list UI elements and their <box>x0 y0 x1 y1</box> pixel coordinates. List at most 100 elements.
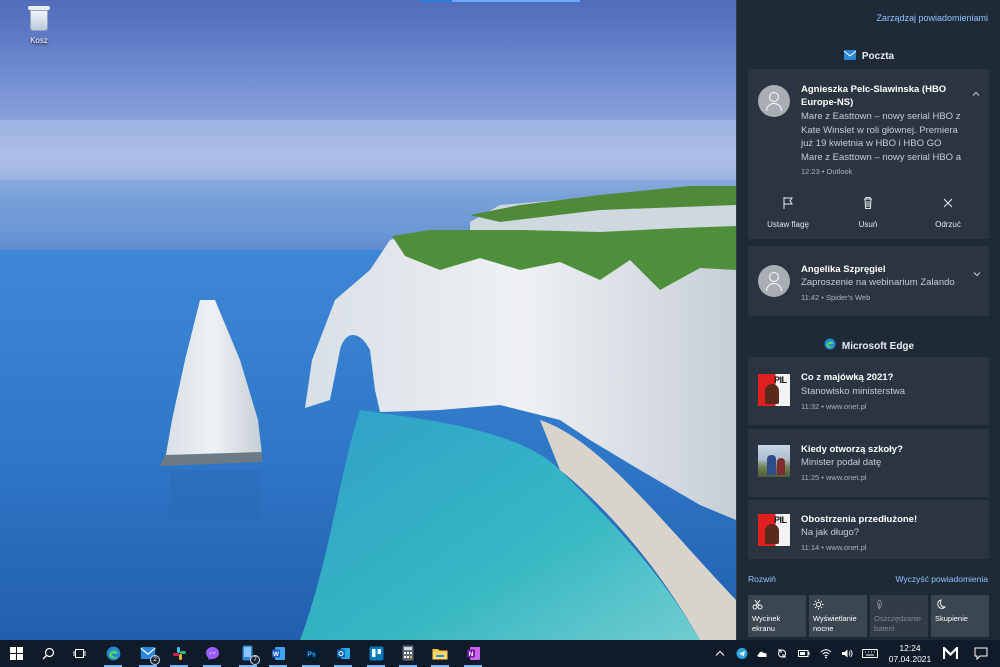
notification-badge: 7 <box>250 655 260 665</box>
outlook-icon <box>337 648 350 659</box>
group-header-poczta[interactable]: Poczta <box>737 50 1000 62</box>
quick-action-label: Wycinek ekranu <box>752 614 781 633</box>
chevron-down-icon[interactable] <box>972 269 982 279</box>
battery-icon[interactable] <box>798 648 810 659</box>
moon-icon <box>937 599 946 609</box>
svg-text:N: N <box>469 651 474 658</box>
quick-action-label: Wyświetlanie nocne <box>813 614 857 633</box>
edge-icon <box>106 646 121 661</box>
notification-actions: Ustaw flagę Usuń Odrzuć <box>748 192 989 240</box>
onenote-icon: N <box>467 647 480 660</box>
svg-text:W: W <box>273 651 280 658</box>
set-flag-button[interactable]: Ustaw flagę <box>748 192 828 240</box>
notification-card[interactable]: Agnieszka Pelc-Slawinska (HBO Europe-NS)… <box>748 69 989 239</box>
trello-icon <box>369 646 384 661</box>
action-label: Ustaw flagę <box>767 220 809 229</box>
notification-card[interactable]: Angelika Szpręgiel Zaproszenie na webina… <box>748 246 989 316</box>
taskbar: 2 7 W Ps N 12:24 07.04.2021 <box>0 640 1000 667</box>
news-thumbnail: PIL <box>758 514 790 546</box>
expand-link[interactable]: Rozwiń <box>748 574 776 584</box>
system-tray <box>706 640 882 667</box>
task-view-icon <box>73 649 86 658</box>
notification-title: Agnieszka Pelc-Slawinska (HBO Europe-NS) <box>801 84 947 108</box>
news-thumbnail <box>758 445 790 477</box>
recycle-bin[interactable]: Kosz <box>18 4 60 45</box>
top-edge-indicator <box>420 0 580 2</box>
quick-action-label: Oszczędzanie baterii <box>874 614 922 633</box>
notification-meta: 11:14 • www.onet.pl <box>801 543 867 552</box>
notification-title: Co z majówką 2021? <box>801 372 894 383</box>
delete-button[interactable]: Usuń <box>828 192 908 240</box>
action-label: Usuń <box>858 220 878 229</box>
svg-text:Ps: Ps <box>307 652 316 659</box>
notification-body: Na jak długo? <box>801 527 860 538</box>
taskbar-app-onenote[interactable]: N <box>458 640 488 667</box>
dismiss-button[interactable]: Odrzuć <box>908 192 988 240</box>
action-center-button[interactable] <box>966 640 996 667</box>
notification-badge: 2 <box>150 655 160 665</box>
notification-card[interactable]: PIL Obostrzenia przedłużone! Na jak dług… <box>748 500 989 559</box>
close-icon <box>943 198 953 208</box>
wifi-icon[interactable] <box>820 648 832 659</box>
chevron-up-icon[interactable] <box>714 648 726 659</box>
taskbar-app-phone[interactable]: 7 <box>233 640 263 667</box>
keyboard-icon[interactable] <box>862 648 878 659</box>
quick-action-label: Skupienie <box>935 614 968 623</box>
file-explorer-icon <box>432 649 448 660</box>
flag-icon <box>783 197 793 209</box>
quick-action-night-light[interactable]: Wyświetlanie nocne <box>809 595 867 637</box>
group-name: Poczta <box>861 51 895 62</box>
quick-action-snip[interactable]: Wycinek ekranu <box>748 595 806 637</box>
taskbar-app-edge[interactable] <box>98 640 128 667</box>
quick-action-battery-saver[interactable]: Oszczędzanie baterii <box>870 595 928 637</box>
notification-title: Obostrzenia przedłużone! <box>801 514 918 525</box>
notification-icon <box>974 647 988 660</box>
notification-title: Angelika Szpręgiel <box>801 264 886 275</box>
m-logo-icon <box>943 647 958 659</box>
task-view-button[interactable] <box>64 640 94 667</box>
recycle-bin-label: Kosz <box>30 36 48 45</box>
notification-card[interactable]: PIL Co z majówką 2021? Stanowisko minist… <box>748 357 989 425</box>
taskbar-app-word[interactable]: W <box>263 640 293 667</box>
manage-notifications-link[interactable]: Zarządzaj powiadomieniami <box>876 13 988 23</box>
trash-icon <box>864 197 872 209</box>
taskbar-app-mail[interactable]: 2 <box>133 640 163 667</box>
clear-notifications-link[interactable]: Wyczyść powiadomienia <box>895 574 988 584</box>
volume-icon[interactable] <box>841 648 853 659</box>
taskbar-app-slack[interactable] <box>164 640 194 667</box>
taskbar-app-photoshop[interactable]: Ps <box>296 640 326 667</box>
taskbar-app-monitor[interactable] <box>936 640 966 667</box>
notification-meta: 11:42 • Spider's Web <box>801 293 871 302</box>
cloud-icon[interactable] <box>756 648 768 659</box>
taskbar-app-trello[interactable] <box>361 640 391 667</box>
quick-action-focus[interactable]: Skupienie <box>931 595 989 637</box>
telegram-icon[interactable] <box>736 648 748 659</box>
taskbar-app-outlook[interactable] <box>328 640 358 667</box>
slack-icon <box>173 647 186 660</box>
group-header-edge[interactable]: Microsoft Edge <box>737 338 1000 352</box>
search-icon <box>42 647 55 660</box>
wallpaper-landscape <box>0 120 736 640</box>
windows-start-icon <box>10 647 23 660</box>
notification-body: Zaproszenie na webinarium Zalando <box>801 277 955 288</box>
avatar <box>758 265 790 297</box>
group-name: Microsoft Edge <box>841 341 915 352</box>
notification-body: Minister podał datę <box>801 457 882 468</box>
start-button[interactable] <box>0 640 30 667</box>
clock[interactable]: 12:24 07.04.2021 <box>884 643 936 665</box>
taskbar-app-explorer[interactable] <box>425 640 455 667</box>
action-center: Zarządzaj powiadomieniami Poczta Agniesz… <box>736 0 1000 640</box>
brightness-icon <box>813 599 824 610</box>
taskbar-app-messenger[interactable] <box>197 640 227 667</box>
edge-icon <box>824 338 836 350</box>
mail-icon <box>843 50 856 60</box>
action-label: Odrzuć <box>935 220 961 229</box>
taskbar-app-calculator[interactable] <box>393 640 423 667</box>
chevron-up-icon[interactable] <box>971 89 981 99</box>
desktop-wallpaper <box>0 0 736 640</box>
settings-sync-icon[interactable] <box>776 648 788 659</box>
word-icon: W <box>272 647 285 660</box>
notification-title: Kiedy otworzą szkoły? <box>801 444 903 455</box>
notification-card[interactable]: Kiedy otworzą szkoły? Minister podał dat… <box>748 429 989 497</box>
search-button[interactable] <box>33 640 63 667</box>
